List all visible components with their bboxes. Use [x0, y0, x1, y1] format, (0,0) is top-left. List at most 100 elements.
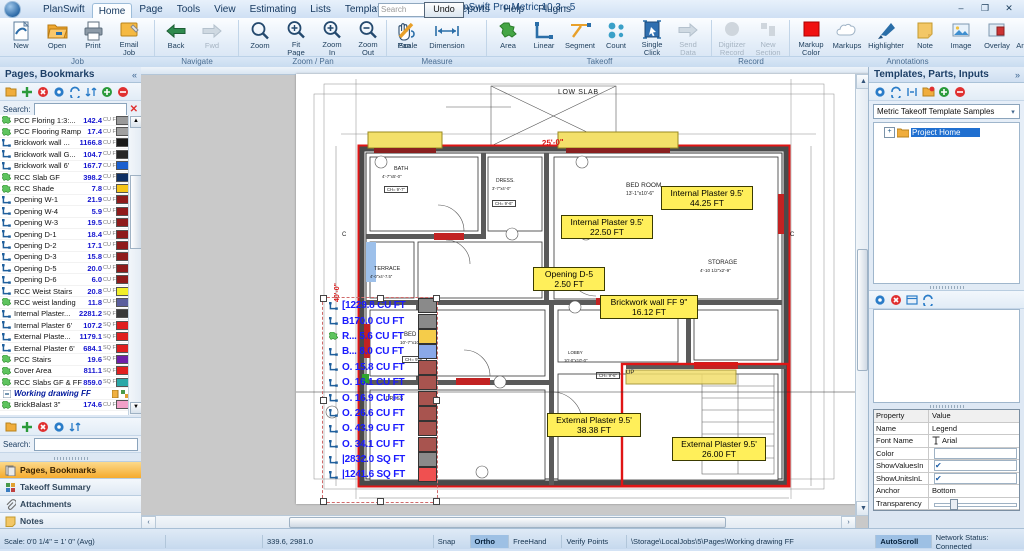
legend-row[interactable]: R... 5.6 CU FT: [323, 328, 437, 344]
refresh-icon[interactable]: [68, 85, 82, 99]
resize-handle-s[interactable]: [377, 498, 384, 505]
legend-row-swatch[interactable]: [418, 359, 437, 375]
undo-button[interactable]: Undo: [424, 2, 464, 18]
takeoff-list-item[interactable]: RCC Slabs GF & FF 859.0 SQ FT: [0, 377, 141, 389]
legend-row-swatch[interactable]: [418, 313, 437, 329]
single-click-button[interactable]: Single Click: [634, 19, 670, 57]
insert-icon[interactable]: [905, 85, 919, 99]
annotations-button[interactable]: Annotations: [1015, 19, 1024, 57]
folder-icon[interactable]: [4, 85, 18, 99]
count-button[interactable]: Count: [598, 19, 634, 57]
tab-pages-bookmarks[interactable]: Pages, Bookmarks: [0, 461, 141, 478]
takeoff-list-item[interactable]: Brickwork wall ... 1166.8 CU FT: [0, 138, 141, 150]
settings-icon[interactable]: [52, 85, 66, 99]
markups-button[interactable]: Markups: [829, 19, 865, 57]
takeoff-list-item[interactable]: RCC Slab GF 398.2 CU FT: [0, 172, 141, 184]
menu-item-tools[interactable]: Tools: [170, 0, 207, 18]
callout-internal-plaster-22[interactable]: Internal Plaster 9.5' 22.50 FT: [561, 215, 653, 239]
takeoff-list-item[interactable]: External Plaste... 1179.1 SQ FT: [0, 331, 141, 343]
legend-row-swatch[interactable]: [418, 421, 437, 437]
takeoff-list-item[interactable]: PCC Stairs 19.6 SQ FT: [0, 354, 141, 366]
columns-icon[interactable]: [905, 293, 919, 307]
legend-row[interactable]: B... 8.0 CU FT: [323, 344, 437, 360]
legend-row-swatch[interactable]: [418, 436, 437, 452]
property-color-field[interactable]: [934, 447, 1017, 459]
dimension-button[interactable]: Dimension: [426, 19, 468, 57]
takeoff-items-list[interactable]: PCC Floring 1:3:... 142.4 CU FT PCC Floorin…: [0, 115, 141, 415]
menu-item-view[interactable]: View: [207, 0, 243, 18]
legend-row[interactable]: O. 43.9 CU FT: [323, 421, 437, 437]
scale-button[interactable]: Scale: [390, 19, 426, 57]
takeoff-list-item[interactable]: Opening W-1 21.9 CU FT: [0, 195, 141, 207]
image-button[interactable]: Image: [943, 19, 979, 57]
takeoff-list-item[interactable]: Opening D-2 17.1 CU FT: [0, 240, 141, 252]
property-row[interactable]: Name Legend: [874, 422, 1019, 435]
menu-item-help[interactable]: Help: [497, 0, 532, 18]
property-value-cell[interactable]: Arial: [929, 435, 1019, 447]
collapse-right-panel-icon[interactable]: »: [1015, 70, 1024, 80]
callout-external-plaster-26[interactable]: External Plaster 9.5' 26.00 FT: [672, 437, 766, 461]
status-verify-points[interactable]: Verify Points: [562, 535, 627, 548]
document-canvas-area[interactable]: LOW SLAB BATH 4'-7"x5'-0" CH= 9'-7" DRES…: [141, 67, 896, 531]
maximize-icon[interactable]: ❐: [974, 1, 996, 15]
sort-icon[interactable]: [68, 420, 82, 434]
page-icon[interactable]: [112, 389, 121, 398]
property-checkbox[interactable]: ✔: [934, 460, 1017, 472]
collapse-left-panel-icon[interactable]: «: [132, 70, 141, 80]
refresh-icon[interactable]: [889, 85, 903, 99]
zoom-button[interactable]: Zoom: [242, 19, 278, 57]
legend-row-swatch[interactable]: [418, 344, 437, 360]
menu-item-home[interactable]: Home: [91, 3, 133, 18]
property-value-cell[interactable]: [929, 498, 1019, 510]
add-icon[interactable]: [20, 85, 34, 99]
legend-row-swatch[interactable]: [418, 405, 437, 421]
takeoff-list-item[interactable]: PCC Flooring Ramp 17.4 CU FT: [0, 126, 141, 138]
resize-handle-ne[interactable]: [433, 295, 440, 302]
takeoff-list-item[interactable]: Internal Plaster... 2281.2 SQ FT: [0, 309, 141, 321]
sub-panel-search-input[interactable]: [33, 437, 138, 451]
callout-external-plaster-38[interactable]: External Plaster 9.5' 38.38 FT: [547, 413, 641, 437]
takeoff-list-item[interactable]: RCC Shade 7.8 CU FT: [0, 183, 141, 195]
legend-row-swatch[interactable]: [418, 467, 437, 483]
property-row[interactable]: Font Name Arial: [874, 435, 1019, 448]
takeoff-list-item[interactable]: Opening W-3 19.5 CU FT: [0, 218, 141, 229]
tree-node-project-home[interactable]: + Project Home: [884, 127, 1019, 138]
takeoff-list-item[interactable]: External Plaster 6' 684.1 SQ FT: [0, 343, 141, 355]
menu-item-page[interactable]: Page: [132, 0, 169, 18]
takeoff-list-item[interactable]: Brickwork wall 6' 167.7 CU FT: [0, 161, 141, 172]
add-icon[interactable]: [20, 420, 34, 434]
legend-row[interactable]: O. 26.6 CU FT: [323, 405, 437, 421]
zoom-in-button[interactable]: Zoom In: [314, 19, 350, 57]
tab-takeoff-summary[interactable]: Takeoff Summary: [0, 478, 141, 495]
takeoff-list-item[interactable]: RCC Weist Stairs 20.8 CU FT: [0, 286, 141, 298]
takeoff-list-scrollbar[interactable]: ▲ ▼: [128, 115, 142, 415]
takeoff-list-item[interactable]: RCC weist landing 11.8 CU FT: [0, 297, 141, 309]
menu-item-lists[interactable]: Lists: [303, 0, 338, 18]
canvas-vertical-scrollbar[interactable]: ▲ ▼: [855, 74, 871, 516]
takeoff-list-item[interactable]: BrickBalast 3" 174.6 CU FT: [0, 400, 141, 412]
folder-add-icon[interactable]: [921, 85, 935, 99]
linear-button[interactable]: Linear: [526, 19, 562, 57]
legend-row[interactable]: O. 34.1 CU FT: [323, 436, 437, 452]
overlay-button[interactable]: Overlay: [979, 19, 1015, 57]
property-value-cell[interactable]: ✔: [929, 460, 1019, 472]
tab-notes[interactable]: Notes: [0, 512, 141, 529]
folder-icon[interactable]: [4, 420, 18, 434]
property-row[interactable]: Transparency: [874, 497, 1019, 510]
resize-handle-sw[interactable]: [320, 498, 327, 505]
delete-icon[interactable]: [889, 293, 903, 307]
takeoff-group-row[interactable]: Working drawing FF: [0, 388, 141, 400]
property-value-cell[interactable]: ✔: [929, 472, 1019, 485]
parts-list[interactable]: [873, 309, 1020, 403]
legend-object[interactable]: [1229.8 CU FT B170.0 CU FT R... 5.6 CU FT B…: [320, 295, 440, 505]
takeoff-list-item[interactable]: Internal Plaster 6' 107.2 SQ FT: [0, 320, 141, 332]
tab-attachments[interactable]: Attachments: [0, 495, 141, 512]
settings-icon[interactable]: [873, 85, 887, 99]
takeoff-list-item[interactable]: Opening D-6 6.0 CU FT: [0, 274, 141, 286]
status-autoscroll[interactable]: AutoScroll: [876, 535, 932, 548]
resize-handle-se[interactable]: [433, 498, 440, 505]
takeoff-list-item[interactable]: Opening D-5 20.0 CU FT: [0, 263, 141, 275]
property-row[interactable]: Color: [874, 447, 1019, 460]
status-snap[interactable]: Snap: [434, 535, 471, 548]
expand-icon[interactable]: [100, 85, 114, 99]
